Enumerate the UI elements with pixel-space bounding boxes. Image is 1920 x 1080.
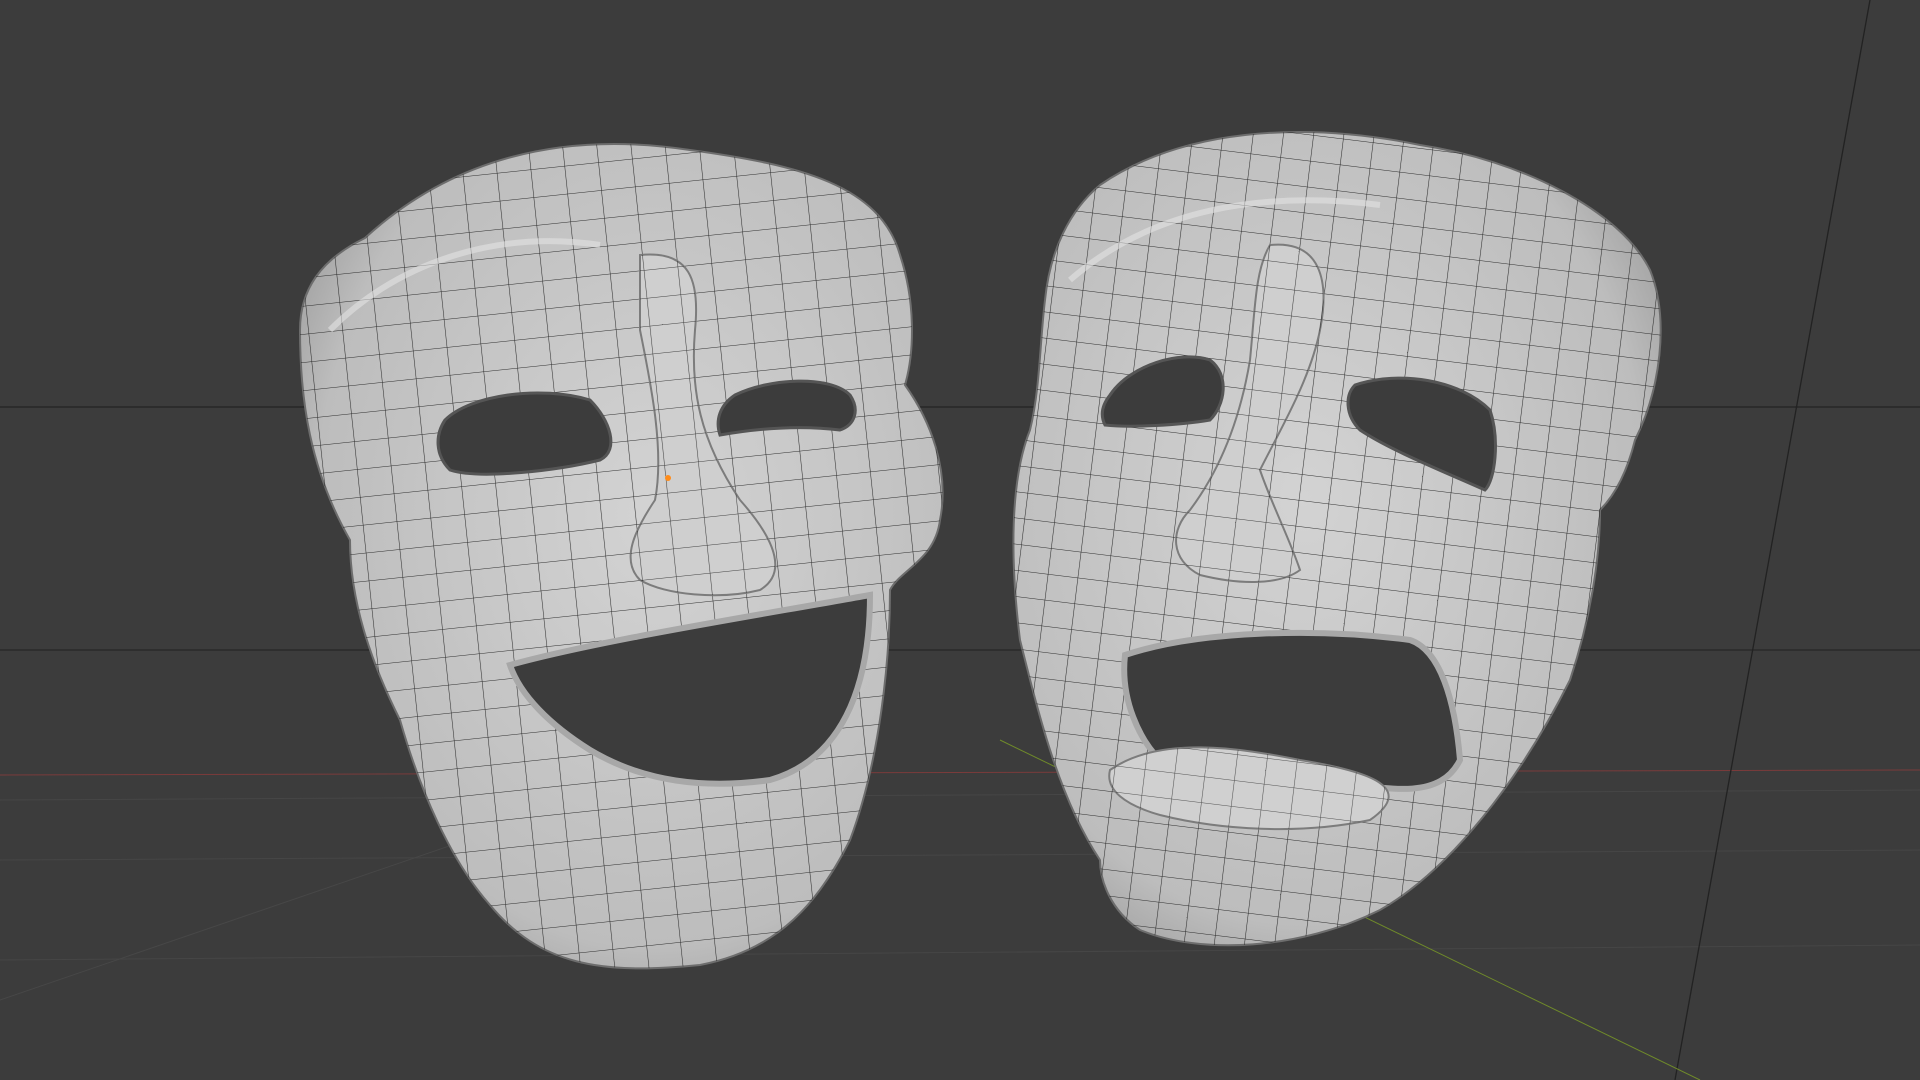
3d-viewport[interactable] bbox=[0, 0, 1920, 1080]
x-axis-line bbox=[0, 769, 1920, 776]
tragedy-mask[interactable] bbox=[1012, 131, 1662, 947]
comedy-mask[interactable] bbox=[298, 142, 944, 970]
selected-vertex[interactable] bbox=[665, 475, 671, 481]
viewport-canvas[interactable] bbox=[0, 0, 1920, 1080]
viewport-grid bbox=[0, 0, 1920, 1080]
